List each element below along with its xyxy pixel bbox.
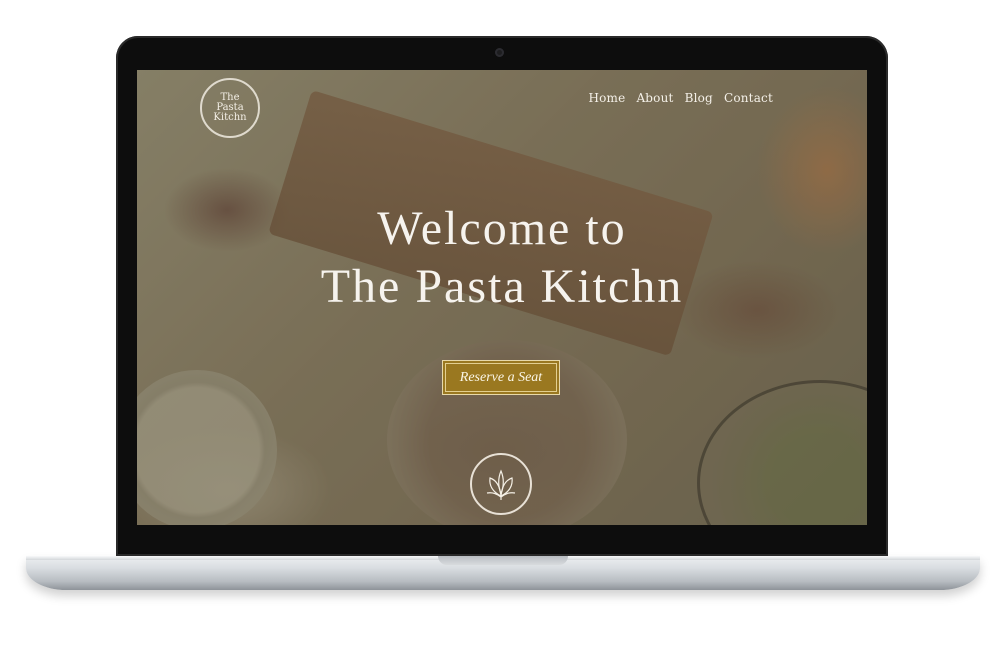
camera-icon xyxy=(495,48,504,57)
main-nav: Home About Blog Contact xyxy=(588,91,773,105)
site-logo[interactable]: The Pasta Kitchn xyxy=(200,78,260,138)
reserve-seat-button[interactable]: Reserve a Seat xyxy=(442,360,560,395)
hero-title-line-2: The Pasta Kitchn xyxy=(320,260,684,313)
leaf-emblem-icon xyxy=(470,453,532,515)
hero-title: Welcome to The Pasta Kitchn xyxy=(137,200,867,316)
nav-home[interactable]: Home xyxy=(588,91,625,105)
nav-about[interactable]: About xyxy=(636,91,673,105)
nav-contact[interactable]: Contact xyxy=(724,91,773,105)
website-screen: The Pasta Kitchn Home About Blog Contact… xyxy=(137,70,867,525)
nav-blog[interactable]: Blog xyxy=(685,91,713,105)
logo-line-3: Kitchn xyxy=(213,112,247,123)
hero-title-line-1: Welcome to xyxy=(377,202,627,255)
laptop-notch xyxy=(438,556,568,565)
